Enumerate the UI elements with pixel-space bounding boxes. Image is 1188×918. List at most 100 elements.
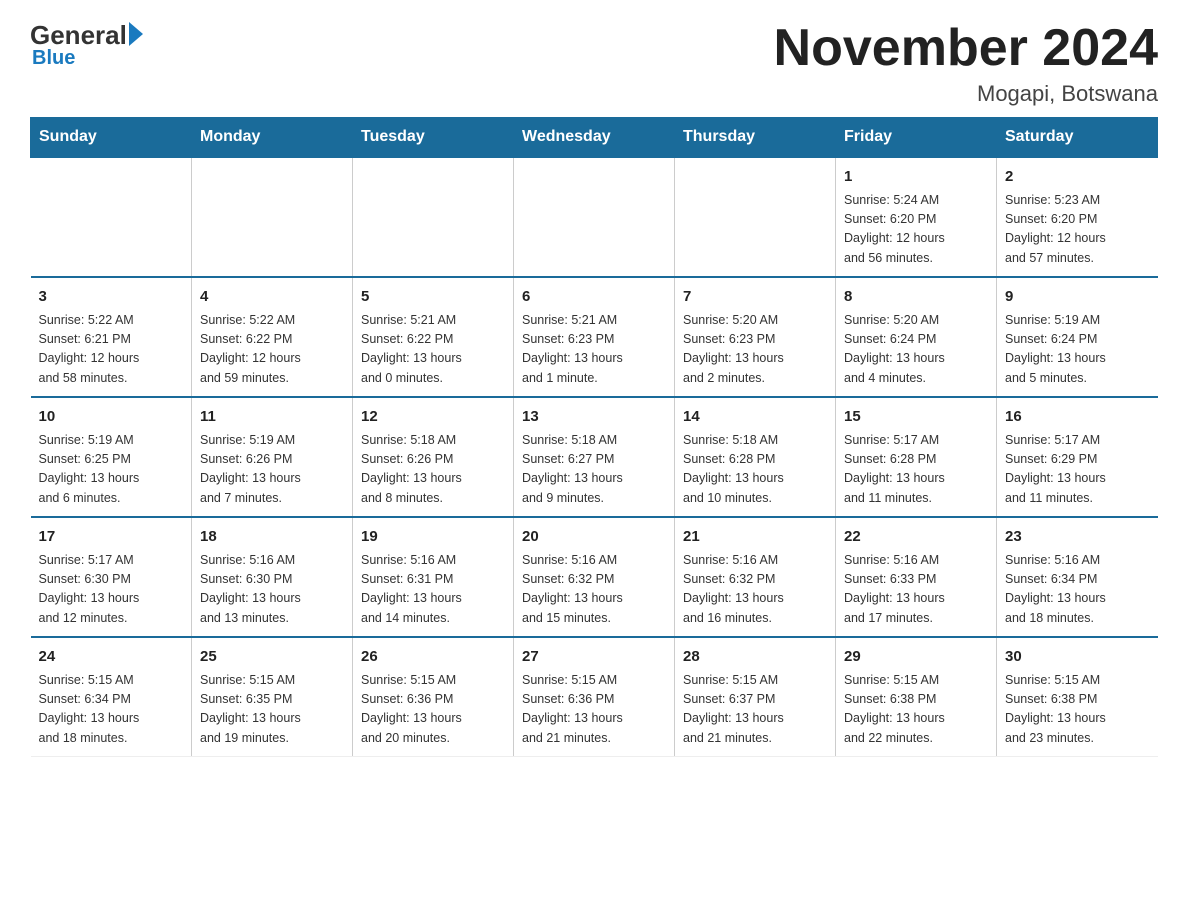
day-number: 5 <box>361 286 505 309</box>
day-info: Sunrise: 5:15 AMSunset: 6:35 PMDaylight:… <box>200 671 344 749</box>
calendar-cell <box>31 157 192 277</box>
day-number: 17 <box>39 526 184 549</box>
day-info: Sunrise: 5:17 AMSunset: 6:29 PMDaylight:… <box>1005 431 1150 509</box>
day-info: Sunrise: 5:16 AMSunset: 6:34 PMDaylight:… <box>1005 551 1150 629</box>
day-info: Sunrise: 5:23 AMSunset: 6:20 PMDaylight:… <box>1005 191 1150 269</box>
day-info: Sunrise: 5:17 AMSunset: 6:28 PMDaylight:… <box>844 431 988 509</box>
day-info: Sunrise: 5:19 AMSunset: 6:26 PMDaylight:… <box>200 431 344 509</box>
calendar-cell: 16Sunrise: 5:17 AMSunset: 6:29 PMDayligh… <box>997 397 1158 517</box>
day-number: 14 <box>683 406 827 429</box>
day-number: 10 <box>39 406 184 429</box>
calendar-cell: 5Sunrise: 5:21 AMSunset: 6:22 PMDaylight… <box>353 277 514 397</box>
calendar-cell: 3Sunrise: 5:22 AMSunset: 6:21 PMDaylight… <box>31 277 192 397</box>
day-number: 23 <box>1005 526 1150 549</box>
calendar-location: Mogapi, Botswana <box>774 81 1158 107</box>
day-number: 20 <box>522 526 666 549</box>
calendar-cell: 6Sunrise: 5:21 AMSunset: 6:23 PMDaylight… <box>514 277 675 397</box>
title-block: November 2024 Mogapi, Botswana <box>774 20 1158 107</box>
calendar-cell: 19Sunrise: 5:16 AMSunset: 6:31 PMDayligh… <box>353 517 514 637</box>
day-number: 11 <box>200 406 344 429</box>
day-info: Sunrise: 5:16 AMSunset: 6:32 PMDaylight:… <box>522 551 666 629</box>
day-info: Sunrise: 5:17 AMSunset: 6:30 PMDaylight:… <box>39 551 184 629</box>
day-info: Sunrise: 5:16 AMSunset: 6:31 PMDaylight:… <box>361 551 505 629</box>
calendar-cell: 14Sunrise: 5:18 AMSunset: 6:28 PMDayligh… <box>675 397 836 517</box>
calendar-cell <box>353 157 514 277</box>
day-number: 21 <box>683 526 827 549</box>
calendar-cell: 4Sunrise: 5:22 AMSunset: 6:22 PMDaylight… <box>192 277 353 397</box>
day-number: 4 <box>200 286 344 309</box>
calendar-cell: 11Sunrise: 5:19 AMSunset: 6:26 PMDayligh… <box>192 397 353 517</box>
day-info: Sunrise: 5:18 AMSunset: 6:28 PMDaylight:… <box>683 431 827 509</box>
day-number: 13 <box>522 406 666 429</box>
day-info: Sunrise: 5:18 AMSunset: 6:26 PMDaylight:… <box>361 431 505 509</box>
day-info: Sunrise: 5:15 AMSunset: 6:34 PMDaylight:… <box>39 671 184 749</box>
calendar-cell: 17Sunrise: 5:17 AMSunset: 6:30 PMDayligh… <box>31 517 192 637</box>
day-info: Sunrise: 5:19 AMSunset: 6:25 PMDaylight:… <box>39 431 184 509</box>
logo-arrow-icon <box>129 22 143 46</box>
calendar-week-row: 3Sunrise: 5:22 AMSunset: 6:21 PMDaylight… <box>31 277 1158 397</box>
calendar-header-row: SundayMondayTuesdayWednesdayThursdayFrid… <box>31 118 1158 158</box>
calendar-cell: 1Sunrise: 5:24 AMSunset: 6:20 PMDaylight… <box>836 157 997 277</box>
calendar-cell: 28Sunrise: 5:15 AMSunset: 6:37 PMDayligh… <box>675 637 836 757</box>
logo-blue-text: Blue <box>32 47 75 70</box>
day-info: Sunrise: 5:19 AMSunset: 6:24 PMDaylight:… <box>1005 311 1150 389</box>
day-number: 26 <box>361 646 505 669</box>
day-number: 29 <box>844 646 988 669</box>
day-info: Sunrise: 5:15 AMSunset: 6:36 PMDaylight:… <box>522 671 666 749</box>
calendar-cell <box>675 157 836 277</box>
day-number: 30 <box>1005 646 1150 669</box>
calendar-week-row: 24Sunrise: 5:15 AMSunset: 6:34 PMDayligh… <box>31 637 1158 757</box>
day-number: 8 <box>844 286 988 309</box>
day-number: 12 <box>361 406 505 429</box>
weekday-header: Tuesday <box>353 118 514 158</box>
calendar-cell <box>514 157 675 277</box>
calendar-cell <box>192 157 353 277</box>
day-info: Sunrise: 5:24 AMSunset: 6:20 PMDaylight:… <box>844 191 988 269</box>
calendar-cell: 12Sunrise: 5:18 AMSunset: 6:26 PMDayligh… <box>353 397 514 517</box>
day-info: Sunrise: 5:15 AMSunset: 6:37 PMDaylight:… <box>683 671 827 749</box>
calendar-week-row: 1Sunrise: 5:24 AMSunset: 6:20 PMDaylight… <box>31 157 1158 277</box>
day-info: Sunrise: 5:15 AMSunset: 6:36 PMDaylight:… <box>361 671 505 749</box>
day-number: 18 <box>200 526 344 549</box>
day-number: 27 <box>522 646 666 669</box>
day-info: Sunrise: 5:15 AMSunset: 6:38 PMDaylight:… <box>1005 671 1150 749</box>
weekday-header: Wednesday <box>514 118 675 158</box>
logo: General Blue <box>30 20 143 70</box>
day-number: 9 <box>1005 286 1150 309</box>
calendar-cell: 29Sunrise: 5:15 AMSunset: 6:38 PMDayligh… <box>836 637 997 757</box>
calendar-cell: 10Sunrise: 5:19 AMSunset: 6:25 PMDayligh… <box>31 397 192 517</box>
calendar-week-row: 17Sunrise: 5:17 AMSunset: 6:30 PMDayligh… <box>31 517 1158 637</box>
day-number: 6 <box>522 286 666 309</box>
day-number: 7 <box>683 286 827 309</box>
day-info: Sunrise: 5:20 AMSunset: 6:23 PMDaylight:… <box>683 311 827 389</box>
day-number: 28 <box>683 646 827 669</box>
day-number: 24 <box>39 646 184 669</box>
calendar-week-row: 10Sunrise: 5:19 AMSunset: 6:25 PMDayligh… <box>31 397 1158 517</box>
calendar-cell: 27Sunrise: 5:15 AMSunset: 6:36 PMDayligh… <box>514 637 675 757</box>
calendar-cell: 2Sunrise: 5:23 AMSunset: 6:20 PMDaylight… <box>997 157 1158 277</box>
day-number: 22 <box>844 526 988 549</box>
calendar-title: November 2024 <box>774 20 1158 77</box>
day-info: Sunrise: 5:21 AMSunset: 6:22 PMDaylight:… <box>361 311 505 389</box>
day-number: 3 <box>39 286 184 309</box>
calendar-cell: 30Sunrise: 5:15 AMSunset: 6:38 PMDayligh… <box>997 637 1158 757</box>
calendar-cell: 21Sunrise: 5:16 AMSunset: 6:32 PMDayligh… <box>675 517 836 637</box>
calendar-cell: 20Sunrise: 5:16 AMSunset: 6:32 PMDayligh… <box>514 517 675 637</box>
day-number: 19 <box>361 526 505 549</box>
day-number: 2 <box>1005 166 1150 189</box>
calendar-cell: 8Sunrise: 5:20 AMSunset: 6:24 PMDaylight… <box>836 277 997 397</box>
day-number: 15 <box>844 406 988 429</box>
day-info: Sunrise: 5:22 AMSunset: 6:22 PMDaylight:… <box>200 311 344 389</box>
calendar-cell: 15Sunrise: 5:17 AMSunset: 6:28 PMDayligh… <box>836 397 997 517</box>
calendar-cell: 18Sunrise: 5:16 AMSunset: 6:30 PMDayligh… <box>192 517 353 637</box>
day-info: Sunrise: 5:21 AMSunset: 6:23 PMDaylight:… <box>522 311 666 389</box>
page-header: General Blue November 2024 Mogapi, Botsw… <box>30 20 1158 107</box>
weekday-header: Saturday <box>997 118 1158 158</box>
calendar-cell: 25Sunrise: 5:15 AMSunset: 6:35 PMDayligh… <box>192 637 353 757</box>
day-number: 16 <box>1005 406 1150 429</box>
weekday-header: Monday <box>192 118 353 158</box>
day-info: Sunrise: 5:16 AMSunset: 6:33 PMDaylight:… <box>844 551 988 629</box>
calendar-cell: 13Sunrise: 5:18 AMSunset: 6:27 PMDayligh… <box>514 397 675 517</box>
calendar-cell: 7Sunrise: 5:20 AMSunset: 6:23 PMDaylight… <box>675 277 836 397</box>
weekday-header: Friday <box>836 118 997 158</box>
